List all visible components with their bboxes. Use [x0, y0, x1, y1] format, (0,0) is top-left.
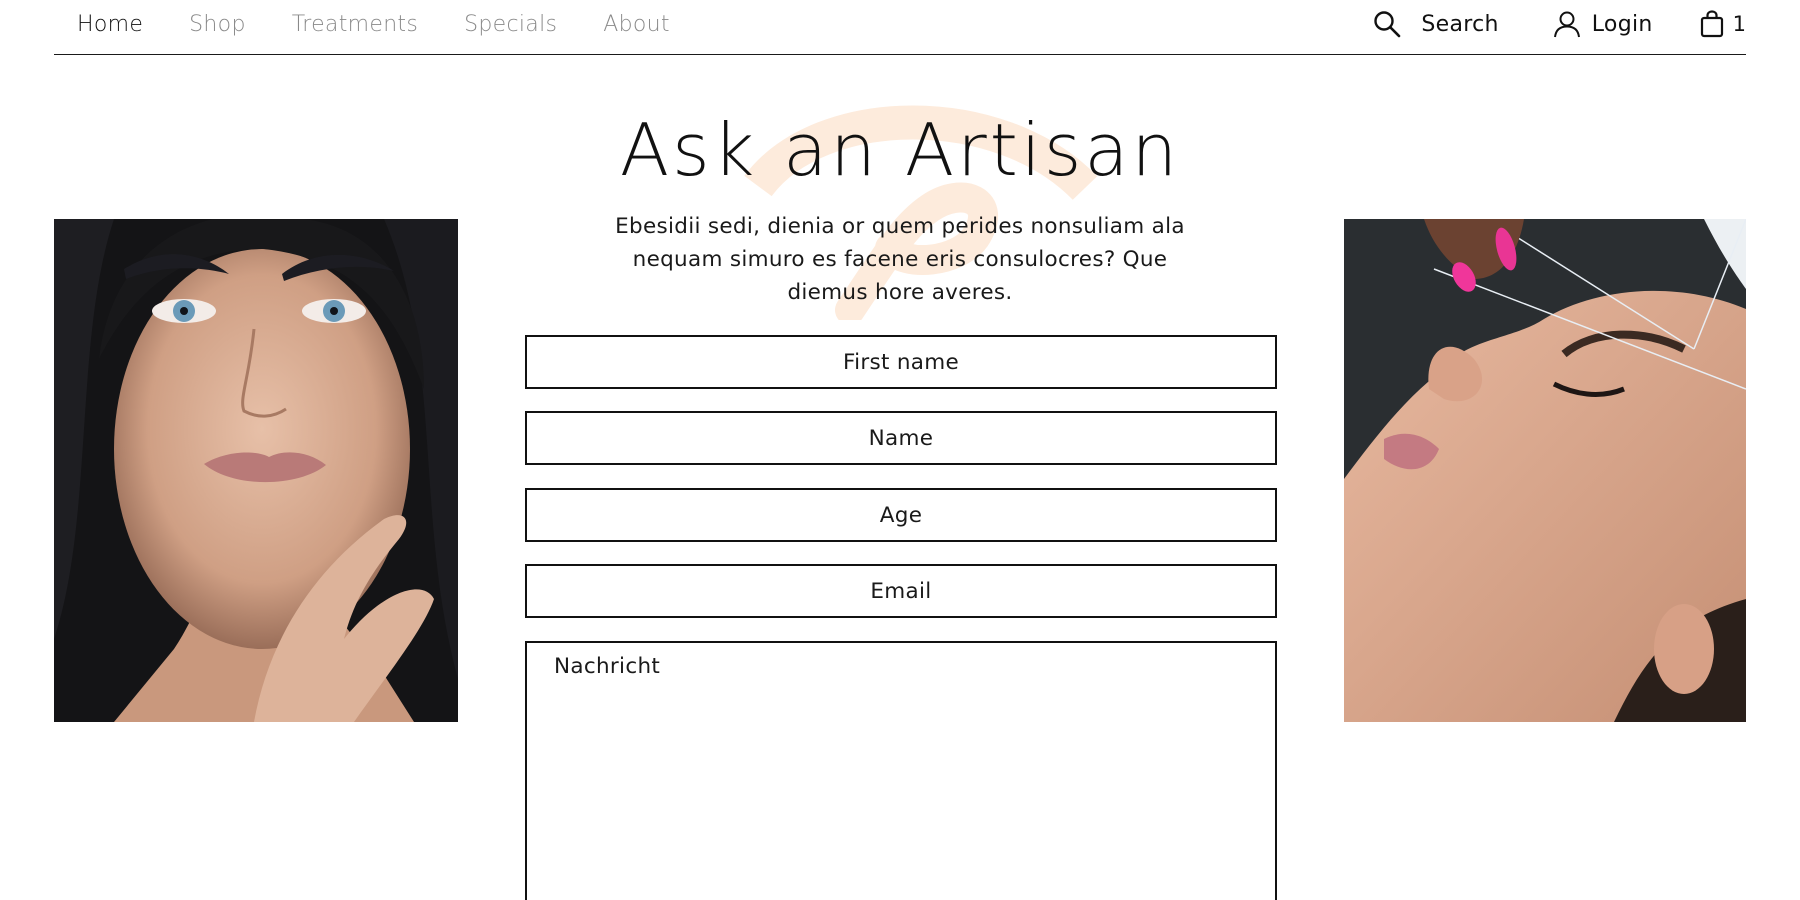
search-button[interactable]: Search [1373, 10, 1498, 38]
name-placeholder: Name [868, 425, 934, 451]
threading-illustration [1344, 219, 1746, 722]
message-placeholder: Nachricht [554, 654, 661, 679]
login-button[interactable]: Login [1553, 10, 1653, 38]
shopping-bag-icon [1700, 10, 1723, 38]
nav-home[interactable]: Home [77, 12, 143, 37]
page-title: Ask an Artisan [619, 108, 1181, 192]
first-name-placeholder: First name [842, 349, 960, 375]
name-field[interactable]: Name [525, 411, 1277, 465]
nav-specials[interactable]: Specials [464, 12, 557, 37]
search-label: Search [1421, 11, 1499, 37]
portrait-illustration [54, 219, 458, 722]
threading-photo [1344, 219, 1746, 722]
nav-treatments[interactable]: Treatments [292, 12, 418, 37]
email-placeholder: Email [870, 578, 932, 604]
age-placeholder: Age [879, 502, 923, 528]
search-icon [1374, 11, 1401, 38]
user-icon [1553, 11, 1580, 38]
utility-menu: Search Login 1 [1373, 10, 1746, 38]
age-field[interactable]: Age [525, 488, 1277, 542]
top-navigation: Home Shop Treatments Specials About Sear… [54, 0, 1746, 55]
cart-button[interactable]: 1 [1700, 10, 1746, 38]
message-textarea[interactable]: Nachricht [525, 641, 1277, 900]
main-menu: Home Shop Treatments Specials About [77, 12, 670, 37]
email-field[interactable]: Email [525, 564, 1277, 618]
cart-count: 1 [1732, 12, 1746, 36]
portrait-photo [54, 219, 458, 722]
login-label: Login [1591, 11, 1653, 37]
nav-shop[interactable]: Shop [189, 12, 246, 37]
nav-about[interactable]: About [603, 12, 670, 37]
intro-text: Ebesidii sedi, dienia or quem perides no… [615, 214, 1185, 305]
first-name-field[interactable]: First name [525, 335, 1277, 389]
